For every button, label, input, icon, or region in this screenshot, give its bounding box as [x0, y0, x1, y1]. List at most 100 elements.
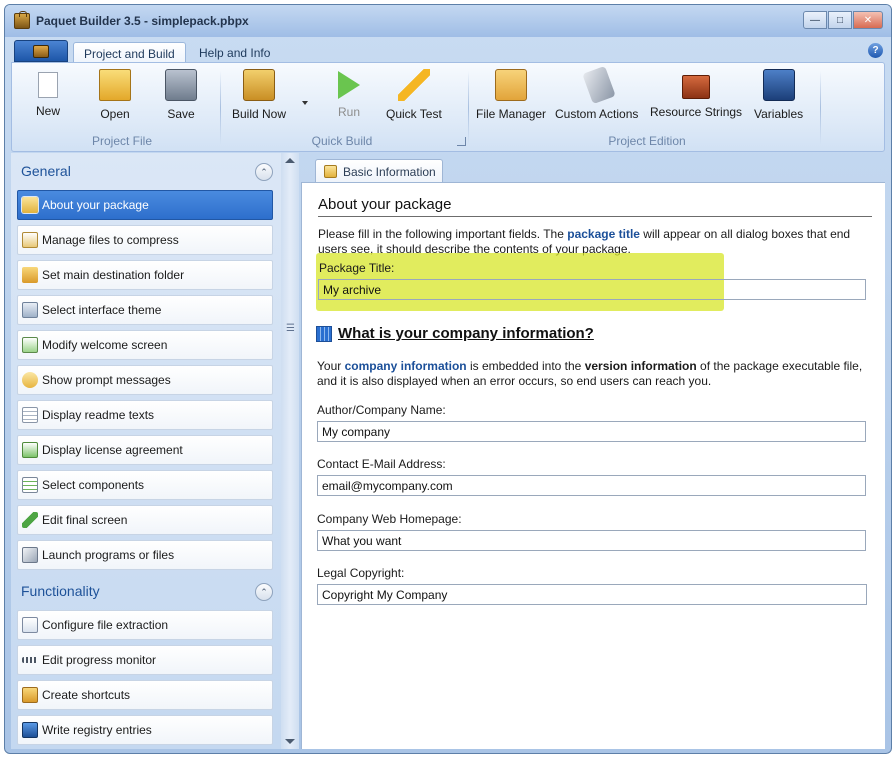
build-now-dropdown-arrow[interactable]	[302, 101, 308, 105]
section-title-general: General	[21, 163, 71, 179]
custom-actions-button[interactable]: Custom Actions	[555, 65, 638, 121]
license-icon	[22, 442, 38, 458]
final-screen-icon	[22, 512, 38, 528]
app-menu-icon	[33, 44, 49, 58]
build-box-icon	[243, 69, 276, 101]
app-icon[interactable]	[14, 11, 30, 29]
tab-project-and-build[interactable]: Project and Build	[73, 42, 186, 63]
section-general-header[interactable]: General ⌃	[15, 153, 277, 185]
sidebar-item-manage-files[interactable]: Manage files to compress	[17, 225, 273, 255]
ribbon-tabstrip: Project and Build Help and Info ?	[5, 39, 891, 63]
scroll-up-arrow-icon[interactable]	[285, 158, 295, 163]
web-homepage-input[interactable]	[317, 530, 866, 551]
components-icon	[22, 477, 38, 493]
sidebar-item-readme-texts[interactable]: Display readme texts	[17, 400, 273, 430]
file-manager-icon	[495, 69, 528, 101]
task-sidebar: General ⌃ About your package Manage file…	[11, 153, 281, 749]
new-document-icon	[38, 72, 58, 98]
help-icon[interactable]: ?	[868, 43, 883, 58]
company-section-title: What is your company information?	[316, 325, 594, 342]
section-title-functionality: Functionality	[21, 583, 100, 599]
tab-help-and-info[interactable]: Help and Info	[189, 42, 280, 63]
author-input[interactable]	[317, 421, 866, 442]
variables-button[interactable]: Variables	[754, 69, 803, 121]
sidebar-item-about-your-package[interactable]: About your package	[17, 190, 273, 220]
sidebar-item-welcome-screen[interactable]: Modify welcome screen	[17, 330, 273, 360]
sidebar-item-create-shortcuts[interactable]: Create shortcuts	[17, 680, 273, 710]
company-description: Your company information is embedded int…	[317, 359, 863, 388]
readme-icon	[22, 407, 38, 423]
launch-icon	[22, 547, 38, 563]
web-homepage-label: Company Web Homepage:	[317, 512, 462, 526]
sidebar-item-launch-programs[interactable]: Launch programs or files	[17, 540, 273, 570]
sidebar-scrollbar[interactable]: ☰	[281, 153, 299, 749]
sidebar-item-license-agreement[interactable]: Display license agreement	[17, 435, 273, 465]
sidebar-item-progress-monitor[interactable]: Edit progress monitor	[17, 645, 273, 675]
about-section-title: About your package	[318, 196, 872, 217]
sidebar-item-prompt-messages[interactable]: Show prompt messages	[17, 365, 273, 395]
variables-icon	[762, 69, 795, 101]
building-icon	[316, 325, 332, 342]
ribbon: New Open Save Project File Build Now Run…	[11, 62, 885, 152]
package-icon	[22, 197, 38, 213]
email-input[interactable]	[317, 475, 866, 496]
custom-actions-icon	[581, 65, 616, 105]
application-menu-button[interactable]	[14, 40, 68, 62]
sidebar-item-file-extraction[interactable]: Configure file extraction	[17, 610, 273, 640]
build-now-button[interactable]: Build Now	[232, 69, 286, 121]
files-icon	[22, 232, 38, 248]
app-window: Paquet Builder 3.5 - simplepack.pbpx — □…	[4, 4, 892, 754]
collapse-general-icon[interactable]: ⌃	[255, 163, 273, 181]
sidebar-item-final-screen[interactable]: Edit final screen	[17, 505, 273, 535]
new-button[interactable]: New	[32, 69, 64, 118]
sidebar-item-interface-theme[interactable]: Select interface theme	[17, 295, 273, 325]
welcome-icon	[22, 337, 38, 353]
copyright-input[interactable]	[317, 584, 867, 605]
collapse-functionality-icon[interactable]: ⌃	[255, 583, 273, 601]
email-label: Contact E-Mail Address:	[317, 457, 446, 471]
close-button[interactable]: ✕	[853, 11, 883, 29]
window-controls: — □ ✕	[803, 11, 883, 29]
author-label: Author/Company Name:	[317, 403, 446, 417]
quick-test-button[interactable]: Quick Test	[386, 69, 442, 121]
folder-icon	[22, 267, 38, 283]
run-button[interactable]: Run	[333, 69, 365, 119]
main-panel: Basic Information About your package Ple…	[301, 153, 885, 749]
basic-information-page: About your package Please fill in the fo…	[301, 182, 885, 749]
content-area: General ⌃ About your package Manage file…	[11, 153, 885, 749]
tab-basic-information[interactable]: Basic Information	[315, 159, 443, 183]
package-title-label: Package Title:	[319, 261, 395, 275]
save-disk-icon	[165, 69, 197, 101]
lightning-icon	[397, 69, 430, 101]
open-folder-icon	[99, 69, 131, 101]
sidebar-item-select-components[interactable]: Select components	[17, 470, 273, 500]
resource-strings-button[interactable]: Resource Strings	[650, 69, 742, 119]
save-button[interactable]: Save	[165, 69, 197, 121]
window-title: Paquet Builder 3.5 - simplepack.pbpx	[36, 14, 249, 28]
registry-icon	[22, 722, 38, 738]
quick-build-dialog-launcher[interactable]	[457, 137, 466, 146]
group-label-project-edition: Project Edition	[608, 134, 686, 148]
minimize-button[interactable]: —	[803, 11, 827, 29]
play-icon	[338, 71, 360, 99]
maximize-button[interactable]: □	[828, 11, 852, 29]
scroll-down-arrow-icon[interactable]	[285, 739, 295, 744]
file-manager-button[interactable]: File Manager	[476, 69, 546, 121]
open-button[interactable]: Open	[99, 69, 131, 121]
resource-strings-icon	[682, 75, 711, 99]
shortcut-icon	[22, 687, 38, 703]
package-title-input[interactable]	[318, 279, 866, 300]
theme-icon	[22, 302, 38, 318]
basic-info-icon	[324, 165, 337, 178]
extraction-icon	[22, 617, 38, 633]
sidebar-item-destination-folder[interactable]: Set main destination folder	[17, 260, 273, 290]
progress-icon	[22, 657, 38, 663]
section-functionality-header[interactable]: Functionality ⌃	[15, 573, 277, 605]
group-label-quick-build: Quick Build	[311, 134, 373, 148]
splitter-grip-icon[interactable]: ☰	[286, 323, 295, 334]
group-label-project-file: Project File	[91, 134, 153, 148]
title-bar[interactable]: Paquet Builder 3.5 - simplepack.pbpx — □…	[5, 5, 891, 37]
sidebar-item-registry-entries[interactable]: Write registry entries	[17, 715, 273, 745]
copyright-label: Legal Copyright:	[317, 566, 405, 580]
message-icon	[22, 372, 38, 388]
